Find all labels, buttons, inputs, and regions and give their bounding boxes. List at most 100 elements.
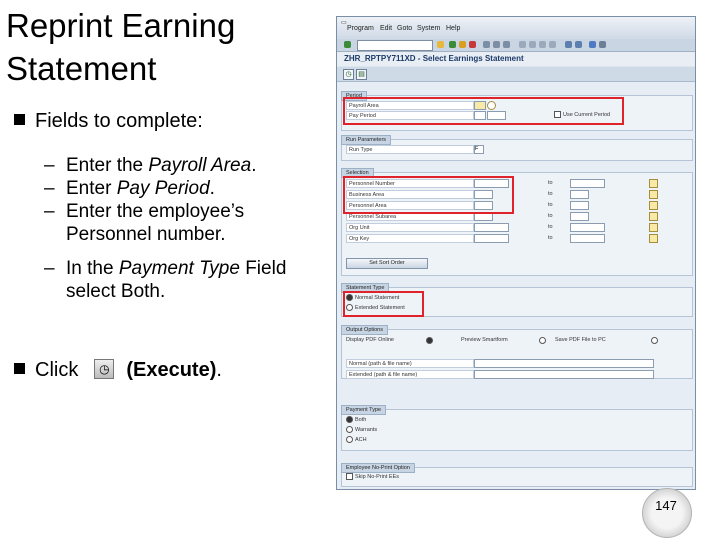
preview-smartform-option[interactable]: Preview Smartform bbox=[461, 336, 508, 344]
multiple-selection-icon[interactable] bbox=[649, 223, 658, 232]
variant-icon[interactable]: ▤ bbox=[356, 69, 367, 80]
step-text: . bbox=[220, 224, 226, 245]
university-seal-icon bbox=[642, 488, 692, 538]
personnel-subarea-to[interactable] bbox=[570, 212, 589, 221]
cancel-icon[interactable] bbox=[469, 41, 476, 48]
personnel-number-highlight bbox=[343, 176, 514, 214]
help-icon[interactable] bbox=[589, 41, 596, 48]
step-text: Enter bbox=[66, 178, 117, 199]
multiple-selection-icon[interactable] bbox=[649, 179, 658, 188]
layout-icon[interactable] bbox=[599, 41, 606, 48]
display-pdf-option[interactable]: Display PDF Online bbox=[346, 336, 394, 344]
menu-program[interactable]: Program bbox=[347, 25, 374, 32]
find-icon[interactable] bbox=[493, 41, 500, 48]
personnel-area-to[interactable] bbox=[570, 201, 589, 210]
command-field[interactable] bbox=[357, 40, 433, 51]
org-unit-to[interactable] bbox=[570, 223, 605, 232]
bullet-square-icon bbox=[14, 114, 25, 125]
org-key-label: Org Key bbox=[346, 234, 474, 243]
menu-system[interactable]: System bbox=[417, 25, 440, 32]
shortcut-icon[interactable] bbox=[575, 41, 582, 48]
multiple-selection-icon[interactable] bbox=[649, 190, 658, 199]
org-unit-from[interactable] bbox=[474, 223, 509, 232]
execute-clock-icon: ◷ bbox=[94, 358, 115, 379]
execute-clock-icon[interactable]: ◷ bbox=[343, 69, 354, 80]
menu-goto[interactable]: Goto bbox=[397, 25, 412, 32]
run-parameters-tab: Run Parameters bbox=[341, 135, 392, 145]
to-label: to bbox=[548, 202, 553, 208]
enter-icon[interactable] bbox=[344, 41, 351, 48]
bullet-square-icon bbox=[14, 363, 25, 374]
run-type-label: Run Type bbox=[346, 145, 474, 154]
execute-suffix: . bbox=[216, 359, 222, 381]
extended-path-input[interactable] bbox=[474, 370, 654, 379]
step-emphasis: Personnel number bbox=[66, 224, 221, 245]
first-page-icon[interactable] bbox=[519, 41, 526, 48]
normal-path-input[interactable] bbox=[474, 359, 654, 368]
payment-warrants-radio[interactable]: Warrants bbox=[346, 426, 377, 434]
business-area-to[interactable] bbox=[570, 190, 589, 199]
bullet-click: Click ◷ (Execute). bbox=[14, 358, 222, 382]
menu-help[interactable]: Help bbox=[446, 25, 460, 32]
print-icon[interactable] bbox=[483, 41, 490, 48]
previous-page-icon[interactable] bbox=[529, 41, 536, 48]
skip-no-print-label: Skip No-Print EEs bbox=[355, 474, 400, 480]
bullet-fields: Fields to complete: bbox=[14, 110, 203, 133]
dash: – bbox=[44, 258, 55, 279]
normal-path-label: Normal (path & file name) bbox=[346, 359, 474, 368]
step-emphasis: Payroll Area bbox=[148, 155, 252, 176]
preview-smartform-radio[interactable] bbox=[539, 337, 546, 344]
to-label: to bbox=[548, 224, 553, 230]
sap-window: ▭ Program Edit Goto System Help ZHR_RPTP… bbox=[336, 16, 696, 490]
multiple-selection-icon[interactable] bbox=[649, 212, 658, 221]
statement-type-highlight bbox=[343, 291, 424, 317]
slide-title: Reprint Earning Statement bbox=[6, 4, 326, 90]
step-text: Enter the employee’s bbox=[66, 201, 245, 222]
find-next-icon[interactable] bbox=[503, 41, 510, 48]
personnel-number-to[interactable] bbox=[570, 179, 605, 188]
preview-smartform-label: Preview Smartform bbox=[461, 337, 508, 343]
set-sort-order-button[interactable]: Set Sort Order bbox=[346, 258, 428, 269]
to-label: to bbox=[548, 180, 553, 186]
step-text: Enter the bbox=[66, 155, 149, 176]
display-pdf-radio[interactable] bbox=[426, 337, 433, 344]
to-label: to bbox=[548, 213, 553, 219]
next-page-icon[interactable] bbox=[539, 41, 546, 48]
to-label: to bbox=[548, 235, 553, 241]
back-icon[interactable] bbox=[449, 41, 456, 48]
payment-type-group bbox=[341, 409, 693, 451]
display-pdf-label: Display PDF Online bbox=[346, 337, 394, 343]
org-key-from[interactable] bbox=[474, 234, 509, 243]
menu-edit[interactable]: Edit bbox=[380, 25, 392, 32]
click-text: Click bbox=[35, 359, 79, 381]
step-payroll-area: – Enter the Payroll Area. bbox=[44, 154, 324, 177]
output-options-tab: Output Options bbox=[341, 325, 388, 335]
exit-icon[interactable] bbox=[459, 41, 466, 48]
execute-label: (Execute) bbox=[126, 359, 217, 381]
save-pdf-radio[interactable] bbox=[651, 337, 658, 344]
no-print-tab: Employee No-Print Option bbox=[341, 463, 415, 473]
multiple-selection-icon[interactable] bbox=[649, 234, 658, 243]
new-session-icon[interactable] bbox=[565, 41, 572, 48]
save-pdf-option[interactable]: Save PDF File to PC bbox=[555, 336, 606, 344]
step-text: . bbox=[209, 178, 215, 199]
slide-title-line2: Statement bbox=[6, 50, 157, 87]
payment-both-label: Both bbox=[355, 417, 367, 423]
multiple-selection-icon[interactable] bbox=[649, 201, 658, 210]
save-icon[interactable] bbox=[437, 41, 444, 48]
step-pay-period: – Enter Pay Period. bbox=[44, 177, 324, 200]
payment-ach-label: ACH bbox=[355, 437, 367, 443]
payment-type-tab: Payment Type bbox=[341, 405, 387, 415]
payment-warrants-label: Warrants bbox=[355, 427, 378, 433]
dash: – bbox=[44, 201, 55, 222]
dash: – bbox=[44, 178, 55, 199]
payment-both-radio[interactable]: Both bbox=[346, 416, 366, 424]
skip-no-print-checkbox[interactable]: Skip No-Print EEs bbox=[346, 473, 399, 481]
last-page-icon[interactable] bbox=[549, 41, 556, 48]
payment-ach-radio[interactable]: ACH bbox=[346, 436, 367, 444]
step-personnel-number: – Enter the employee’s Personnel number. bbox=[44, 200, 324, 246]
org-key-to[interactable] bbox=[570, 234, 605, 243]
sap-program-title: ZHR_RPTPY711XD - Select Earnings Stateme… bbox=[344, 54, 524, 63]
run-type-input[interactable]: F bbox=[474, 145, 484, 154]
payroll-area-highlight bbox=[343, 97, 624, 125]
